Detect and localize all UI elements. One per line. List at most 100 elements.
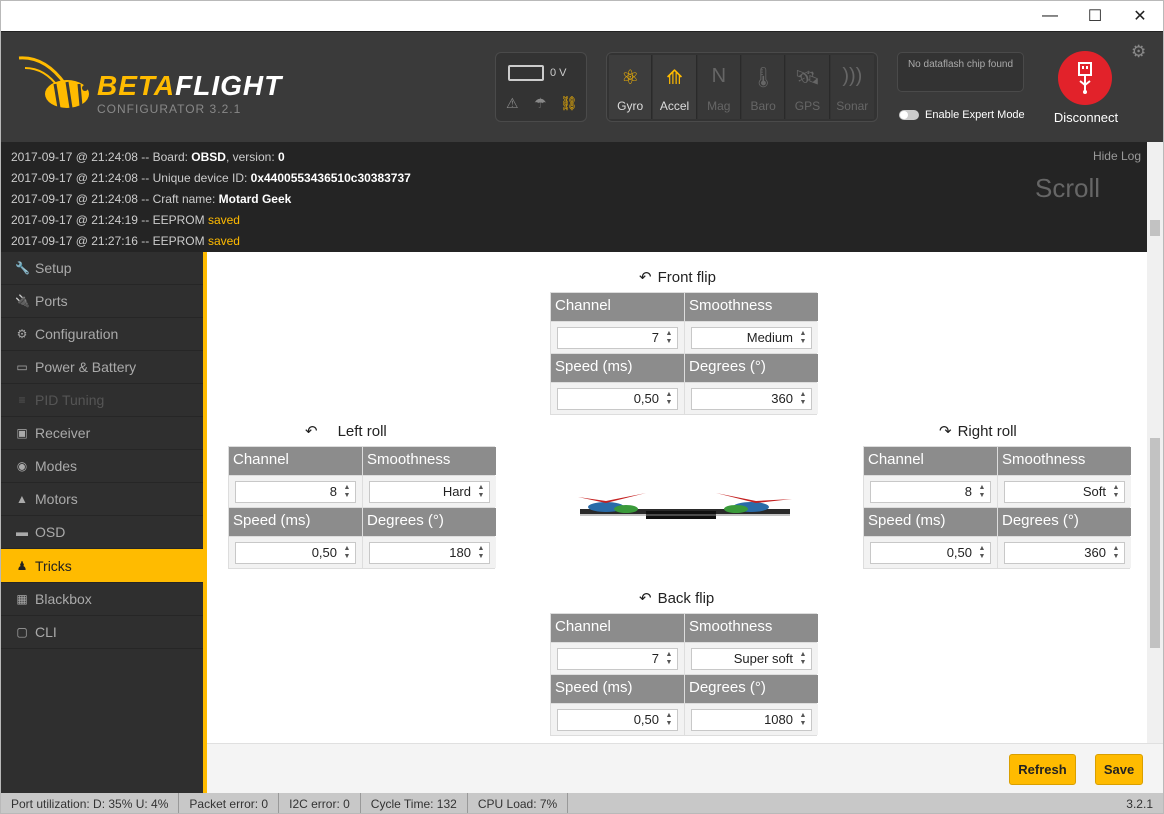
spinner-icon[interactable]: ▲ ▼ [663, 651, 675, 667]
accel-icon: ⟰ [666, 67, 683, 89]
log-text: 2017-09-17 @ 21:24:08 -- Craft name: [11, 192, 219, 206]
content-scrollbar[interactable] [1147, 252, 1163, 743]
log-scrollbar[interactable] [1147, 142, 1163, 252]
log-craft-name: Motard Geek [218, 192, 292, 206]
sensor-baro: 🌡 Baro [741, 55, 786, 119]
spinner-icon[interactable]: ▲ ▼ [797, 651, 809, 667]
input-value: Hard [442, 484, 471, 499]
degrees-input[interactable]: 360 ▲ ▼ [1004, 541, 1125, 564]
back-flip-panel: Channel Smoothness 7 ▲ ▼ Super soft ▲ ▼ Spee… [550, 613, 818, 736]
sensor-panel: ⚛ Gyro ⟰ Accel N Mag 🌡 Baro 🛰 GPS ))) Sonar [606, 52, 878, 122]
battery-panel: 0 V ⚠ ☂ ⛓ [495, 52, 587, 122]
input-value: 7 [651, 330, 659, 345]
header: BETAFLIGHT CONFIGURATOR 3.2.1 0 V ⚠ ☂ ⛓ … [1, 31, 1163, 142]
channel-input[interactable]: 7 ▲ ▼ [557, 647, 678, 670]
mag-icon: N [711, 65, 727, 87]
close-button[interactable]: ✕ [1117, 1, 1163, 31]
degrees-input[interactable]: 360 ▲ ▼ [691, 387, 812, 410]
degrees-header: Degrees (°) [998, 508, 1131, 536]
right-roll-panel: Channel Smoothness 8 ▲ ▼ Soft ▲ ▼ Speed (ms)… [863, 446, 1131, 569]
nav-label: PID Tuning [35, 392, 105, 408]
sensor-accel: ⟰ Accel [653, 55, 697, 119]
scroll-indicator[interactable]: Scroll [1035, 175, 1100, 201]
spinner-icon[interactable]: ▲ ▼ [341, 545, 353, 561]
channel-input[interactable]: 8 ▲ ▼ [870, 480, 991, 503]
disconnect-label[interactable]: Disconnect [1041, 110, 1131, 125]
degrees-header: Degrees (°) [363, 508, 496, 536]
spinner-icon[interactable]: ▲ ▼ [797, 391, 809, 407]
refresh-button[interactable]: Refresh [1009, 754, 1076, 785]
degrees-input[interactable]: 1080 ▲ ▼ [691, 708, 812, 731]
toggle-switch[interactable] [899, 110, 919, 120]
nav-item-ports[interactable]: 🔌 Ports [1, 285, 203, 318]
nav-item-power-battery[interactable]: ▭ Power & Battery [1, 351, 203, 384]
gear-icon: ⚙ [16, 327, 28, 341]
trick-title: Back flip [657, 589, 715, 607]
degrees-input[interactable]: 180 ▲ ▼ [369, 541, 490, 564]
spinner-icon[interactable]: ▲ ▼ [976, 545, 988, 561]
nav-item-modes[interactable]: ◉ Modes [1, 450, 203, 483]
input-value: 7 [651, 651, 659, 666]
speed-input[interactable]: 0,50 ▲ ▼ [557, 387, 678, 410]
spinner-icon[interactable]: ▲ ▼ [475, 545, 487, 561]
smoothness-select[interactable]: Soft ▲ ▼ [1004, 480, 1125, 503]
maximize-button[interactable]: ☐ [1072, 1, 1118, 31]
nav-item-receiver[interactable]: ▣ Receiver [1, 417, 203, 450]
expert-mode-toggle[interactable]: Enable Expert Mode [899, 109, 1025, 121]
speed-input[interactable]: 0,50 ▲ ▼ [235, 541, 356, 564]
disconnect-button[interactable] [1058, 51, 1112, 105]
save-button[interactable]: Save [1095, 754, 1143, 785]
nav-item-osd[interactable]: ▬ OSD [1, 516, 203, 549]
nav-label: Blackbox [35, 591, 92, 607]
sensor-gyro: ⚛ Gyro [609, 55, 653, 119]
speed-input[interactable]: 0,50 ▲ ▼ [870, 541, 991, 564]
sensor-sonar: ))) Sonar [830, 55, 874, 119]
spinner-icon[interactable]: ▲ ▼ [475, 484, 487, 500]
hide-log-link[interactable]: Hide Log [1093, 146, 1141, 167]
log-version: 0 [278, 150, 285, 164]
spinner-icon[interactable]: ▲ ▼ [663, 391, 675, 407]
spinner-icon[interactable]: ▲ ▼ [663, 712, 675, 728]
nav-label: Modes [35, 458, 78, 474]
roll-arrow-icon: ↶ [305, 423, 318, 440]
version-label: 3.2.1 [1126, 797, 1153, 811]
channel-input[interactable]: 7 ▲ ▼ [557, 326, 678, 349]
spinner-icon[interactable]: ▲ ▼ [1110, 545, 1122, 561]
spinner-icon[interactable]: ▲ ▼ [797, 330, 809, 346]
packet-error: Packet error: 0 [179, 793, 280, 813]
input-value: Super soft [733, 651, 793, 666]
spinner-icon[interactable]: ▲ ▼ [663, 330, 675, 346]
sensor-label: GPS [794, 99, 821, 113]
spinner-icon[interactable]: ▲ ▼ [976, 484, 988, 500]
parachute-icon: ☂ [534, 95, 547, 111]
port-utilization: Port utilization: D: 35% U: 4% [1, 793, 180, 813]
log-text: 2017-09-17 @ 21:24:08 -- Board: [11, 150, 192, 164]
nav-label: CLI [35, 624, 57, 640]
nav-item-pid-tuning: ≡ PID Tuning [1, 384, 203, 417]
spinner-icon[interactable]: ▲ ▼ [797, 712, 809, 728]
channel-input[interactable]: 8 ▲ ▼ [235, 480, 356, 503]
smoothness-select[interactable]: Super soft ▲ ▼ [691, 647, 812, 670]
spinner-icon[interactable]: ▲ ▼ [341, 484, 353, 500]
minimize-button[interactable]: — [1027, 1, 1073, 31]
nav-label: Ports [35, 293, 68, 309]
spinner-icon[interactable]: ▲ ▼ [1110, 484, 1122, 500]
log-line: 2017-09-17 @ 21:24:08 -- Craft name: Mot… [11, 189, 1153, 210]
nav-item-configuration[interactable]: ⚙ Configuration [1, 318, 203, 351]
smoothness-select[interactable]: Hard ▲ ▼ [369, 480, 490, 503]
nav-item-cli[interactable]: ▢ CLI [1, 616, 203, 649]
input-value: 180 [449, 545, 471, 560]
nav-item-tricks[interactable]: ♟ Tricks [1, 549, 203, 583]
speed-header: Speed (ms) [229, 508, 362, 536]
settings-gear-icon[interactable]: ⚙ [1131, 42, 1146, 62]
nav-item-blackbox[interactable]: ▦ Blackbox [1, 583, 203, 616]
left-roll-panel: Channel Smoothness 8 ▲ ▼ Hard ▲ ▼ Speed (ms)… [228, 446, 496, 569]
nav-item-motors[interactable]: ▲ Motors [1, 483, 203, 516]
speed-input[interactable]: 0,50 ▲ ▼ [557, 708, 678, 731]
log-text: 2017-09-17 @ 21:27:16 -- EEPROM [11, 234, 208, 248]
scrollbar-thumb[interactable] [1150, 438, 1160, 648]
nav-item-setup[interactable]: 🔧 Setup [1, 252, 203, 285]
nav-label: Setup [35, 260, 72, 276]
smoothness-select[interactable]: Medium ▲ ▼ [691, 326, 812, 349]
baro-icon: 🌡 [750, 67, 776, 89]
